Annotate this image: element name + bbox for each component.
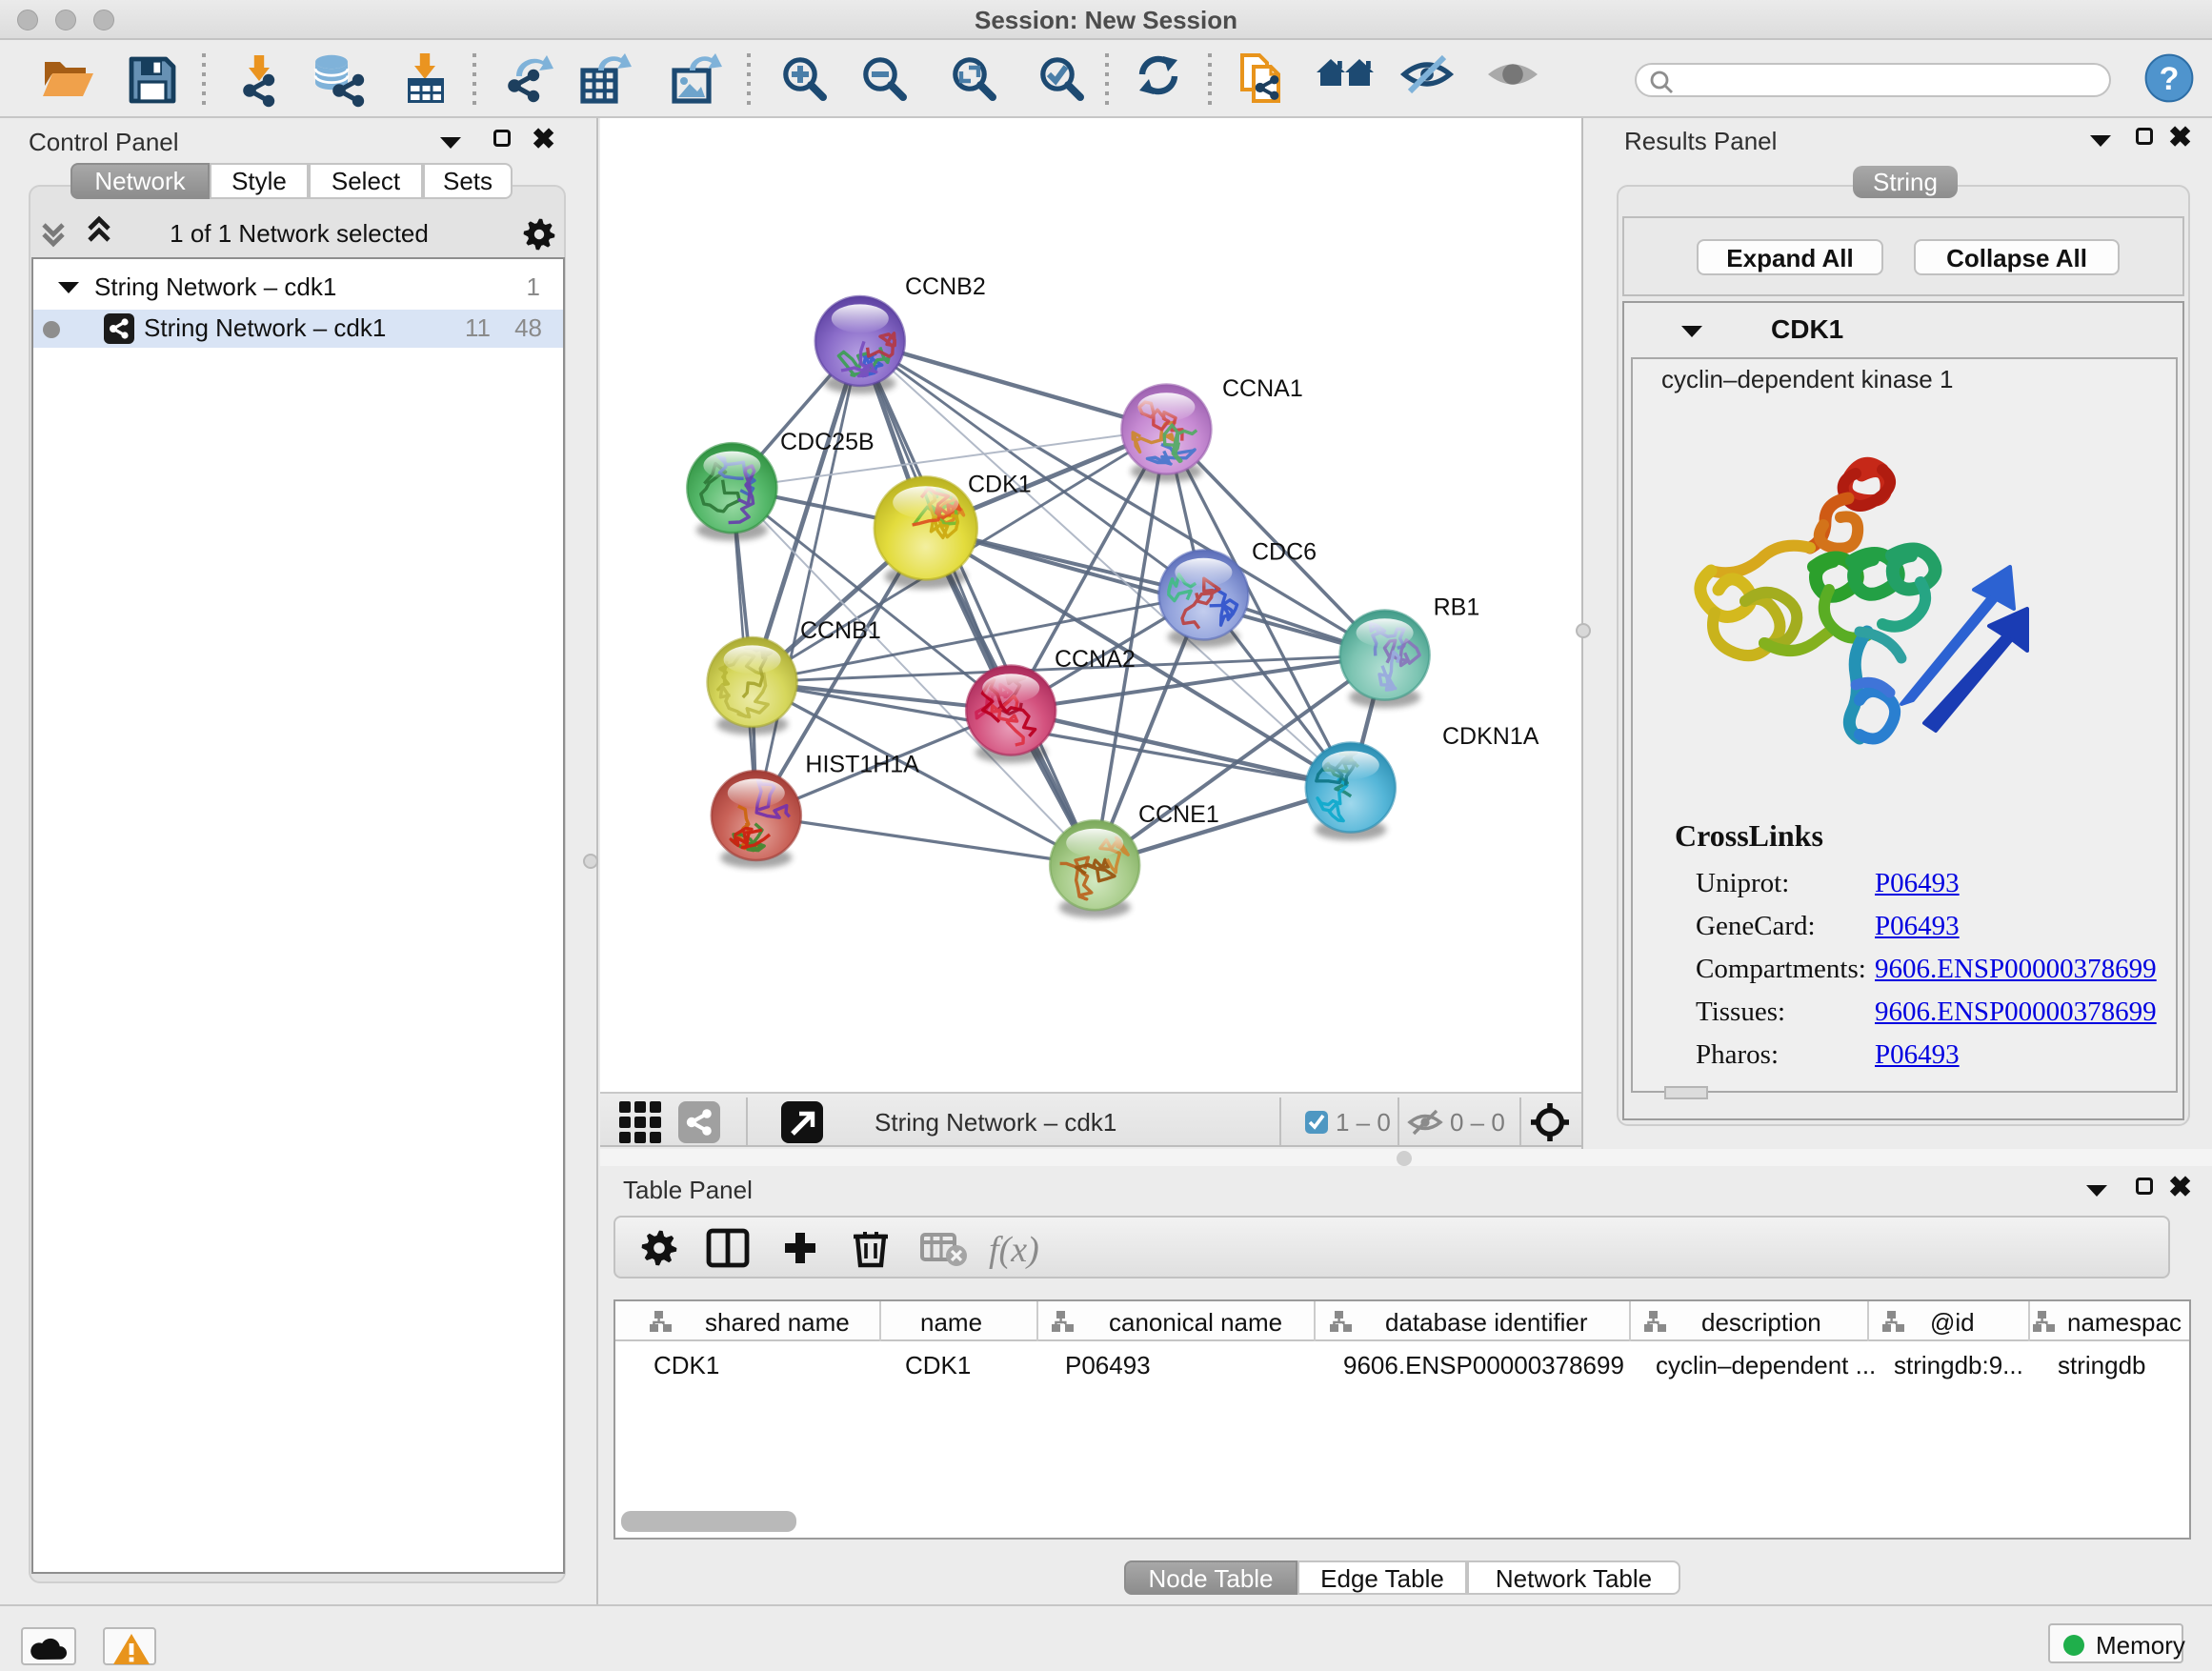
svg-text:database identifier: database identifier [1385, 1308, 1588, 1337]
svg-text:f(x): f(x) [989, 1230, 1039, 1270]
svg-text:CCNB1: CCNB1 [800, 617, 881, 644]
svg-text:CDC25B: CDC25B [780, 429, 875, 455]
svg-text:@id: @id [1930, 1308, 1975, 1337]
svg-text:String Network – cdk1: String Network – cdk1 [875, 1108, 1116, 1137]
svg-text:P06493: P06493 [1065, 1351, 1151, 1379]
svg-text:description: description [1701, 1308, 1821, 1337]
svg-text:CCNB2: CCNB2 [905, 273, 986, 300]
svg-text:1 – 0: 1 – 0 [1336, 1108, 1391, 1137]
svg-text:CCNA1: CCNA1 [1222, 375, 1303, 402]
svg-text:CDK1: CDK1 [905, 1351, 971, 1379]
svg-text:CCNA2: CCNA2 [1055, 646, 1136, 673]
svg-text:shared name: shared name [705, 1308, 850, 1337]
svg-text:0 – 0: 0 – 0 [1450, 1108, 1505, 1137]
svg-text:CDC6: CDC6 [1252, 539, 1317, 566]
svg-text:CDKN1A: CDKN1A [1442, 723, 1539, 750]
svg-text:cyclin–dependent ...: cyclin–dependent ... [1656, 1351, 1876, 1379]
svg-text:?: ? [2160, 61, 2180, 97]
svg-text:stringdb:9...: stringdb:9... [1894, 1351, 2023, 1379]
svg-text:canonical name: canonical name [1109, 1308, 1282, 1337]
svg-text:RB1: RB1 [1434, 594, 1480, 620]
svg-text:stringdb: stringdb [2058, 1351, 2146, 1379]
svg-text:CCNE1: CCNE1 [1138, 801, 1219, 828]
svg-text:CDK1: CDK1 [968, 471, 1032, 497]
svg-text:name: name [920, 1308, 982, 1337]
svg-text:HIST1H1A: HIST1H1A [805, 751, 919, 777]
svg-text:9606.ENSP00000378699: 9606.ENSP00000378699 [1343, 1351, 1624, 1379]
svg-text:CDK1: CDK1 [654, 1351, 719, 1379]
svg-text:namespac: namespac [2067, 1308, 2182, 1337]
